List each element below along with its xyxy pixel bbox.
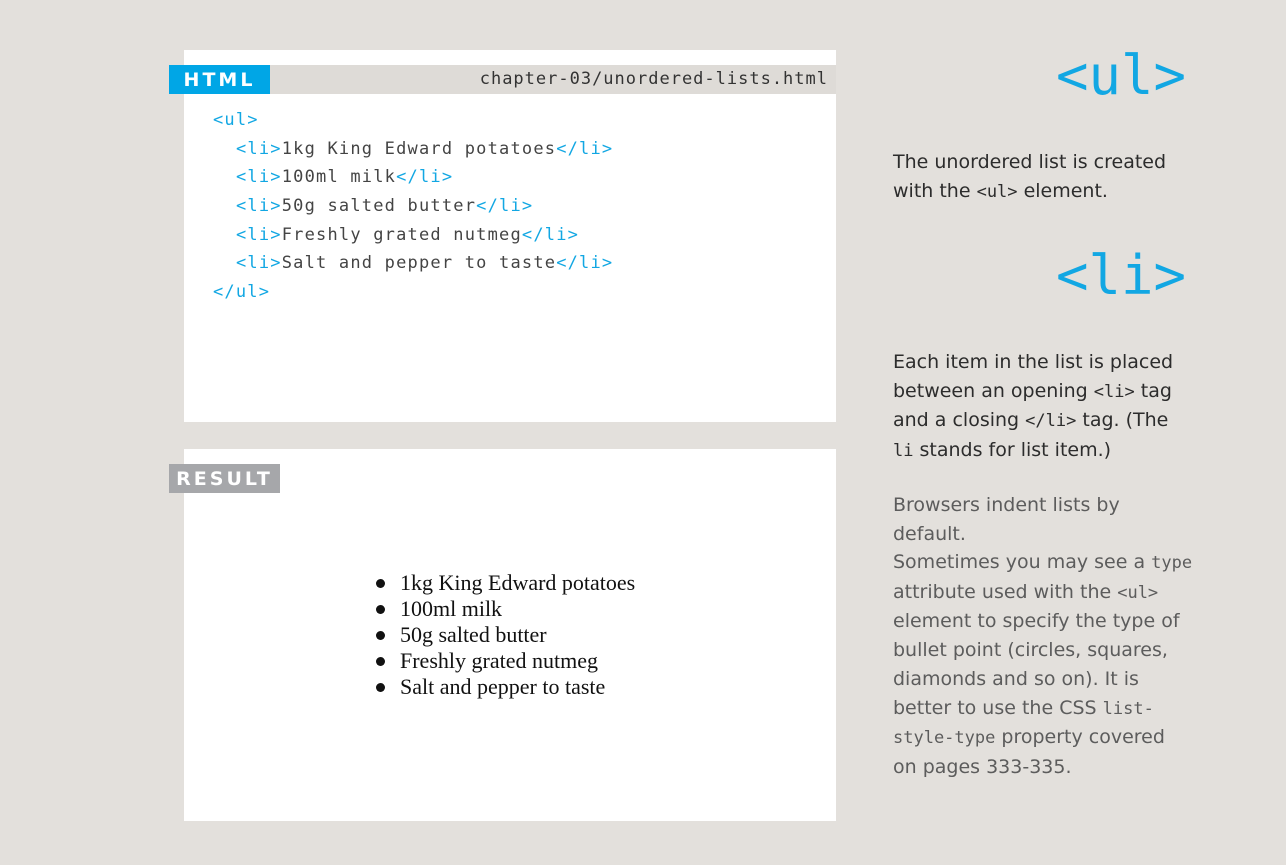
code-line: <li>50g salted butter</li> (236, 196, 534, 217)
list-item: Salt and pepper to taste (374, 674, 635, 700)
list-item: 1kg King Edward potatoes (374, 570, 635, 596)
code-block: <ul> <li>1kg King Edward potatoes</li> <… (213, 106, 613, 307)
code-line: <li>1kg King Edward potatoes</li> (236, 138, 614, 159)
ul-description: The unordered list is created with the <… (893, 151, 1167, 202)
ul-element-heading: <ul> (1055, 44, 1186, 107)
list-item: Freshly grated nutmeg (374, 648, 635, 674)
code-line: <li>Salt and pepper to taste</li> (236, 253, 614, 274)
list-item: 50g salted butter (374, 622, 635, 648)
html-tab-label: HTML (169, 65, 270, 94)
rendered-list: 1kg King Edward potatoes 100ml milk 50g … (374, 570, 635, 700)
code-line: <ul> (213, 110, 259, 130)
indent-note: Browsers indent lists by default. (893, 494, 1120, 545)
li-description: Each item in the list is placed between … (893, 351, 1174, 462)
code-line: <li>Freshly grated nutmeg</li> (236, 224, 580, 245)
file-path: chapter-03/unordered-lists.html (479, 69, 828, 89)
code-line: </ul> (213, 282, 271, 303)
type-attribute-note: Sometimes you may see a type attribute u… (893, 551, 1193, 778)
code-line: <li>100ml milk</li> (236, 167, 454, 188)
result-tab-label: RESULT (169, 464, 280, 493)
list-item: 100ml milk (374, 596, 635, 622)
li-element-heading: <li> (1055, 244, 1186, 307)
